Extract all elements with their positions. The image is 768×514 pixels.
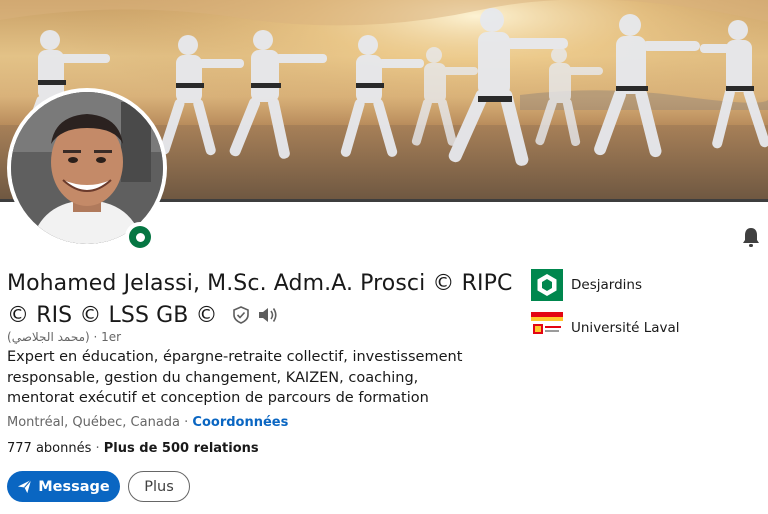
profile-headline: Expert en éducation, épargne-retraite co… — [7, 349, 463, 406]
more-button[interactable]: Plus — [128, 471, 190, 502]
org-name: Desjardins — [571, 277, 642, 293]
more-button-label: Plus — [144, 478, 174, 495]
connection-degree: · 1er — [93, 330, 122, 344]
send-icon — [18, 479, 32, 494]
shield-check-icon[interactable] — [231, 303, 251, 335]
followers-count[interactable]: 777 abonnés — [7, 441, 91, 456]
laval-logo — [531, 312, 563, 344]
alternate-name: (محمد الجلاصي) — [7, 330, 90, 344]
desjardins-logo — [531, 269, 563, 301]
contact-info-link[interactable]: Coordonnées — [192, 415, 288, 430]
experience-org-desjardins[interactable]: Desjardins — [531, 269, 642, 301]
message-button[interactable]: Message — [7, 471, 120, 502]
org-name: Université Laval — [571, 320, 680, 336]
message-button-label: Message — [38, 478, 110, 495]
profile-location-line: Montréal, Québec, Canada · Coordonnées — [7, 415, 288, 430]
profile-name-heading: Mohamed Jelassi, M.Sc. Adm.A. Prosci © R… — [7, 268, 517, 335]
bell-icon[interactable] — [739, 225, 763, 249]
connections-count[interactable]: Plus de 500 relations — [104, 441, 259, 456]
network-stats: 777 abonnés · Plus de 500 relations — [7, 441, 259, 456]
profile-subline: (محمد الجلاصي) · 1er — [7, 330, 121, 344]
stats-separator: · — [91, 441, 104, 456]
location-separator: · — [180, 415, 193, 430]
location-text: Montréal, Québec, Canada — [7, 415, 181, 430]
speaker-icon[interactable] — [257, 303, 279, 335]
education-org-laval[interactable]: Université Laval — [531, 312, 680, 344]
open-to-work-badge — [125, 222, 155, 252]
